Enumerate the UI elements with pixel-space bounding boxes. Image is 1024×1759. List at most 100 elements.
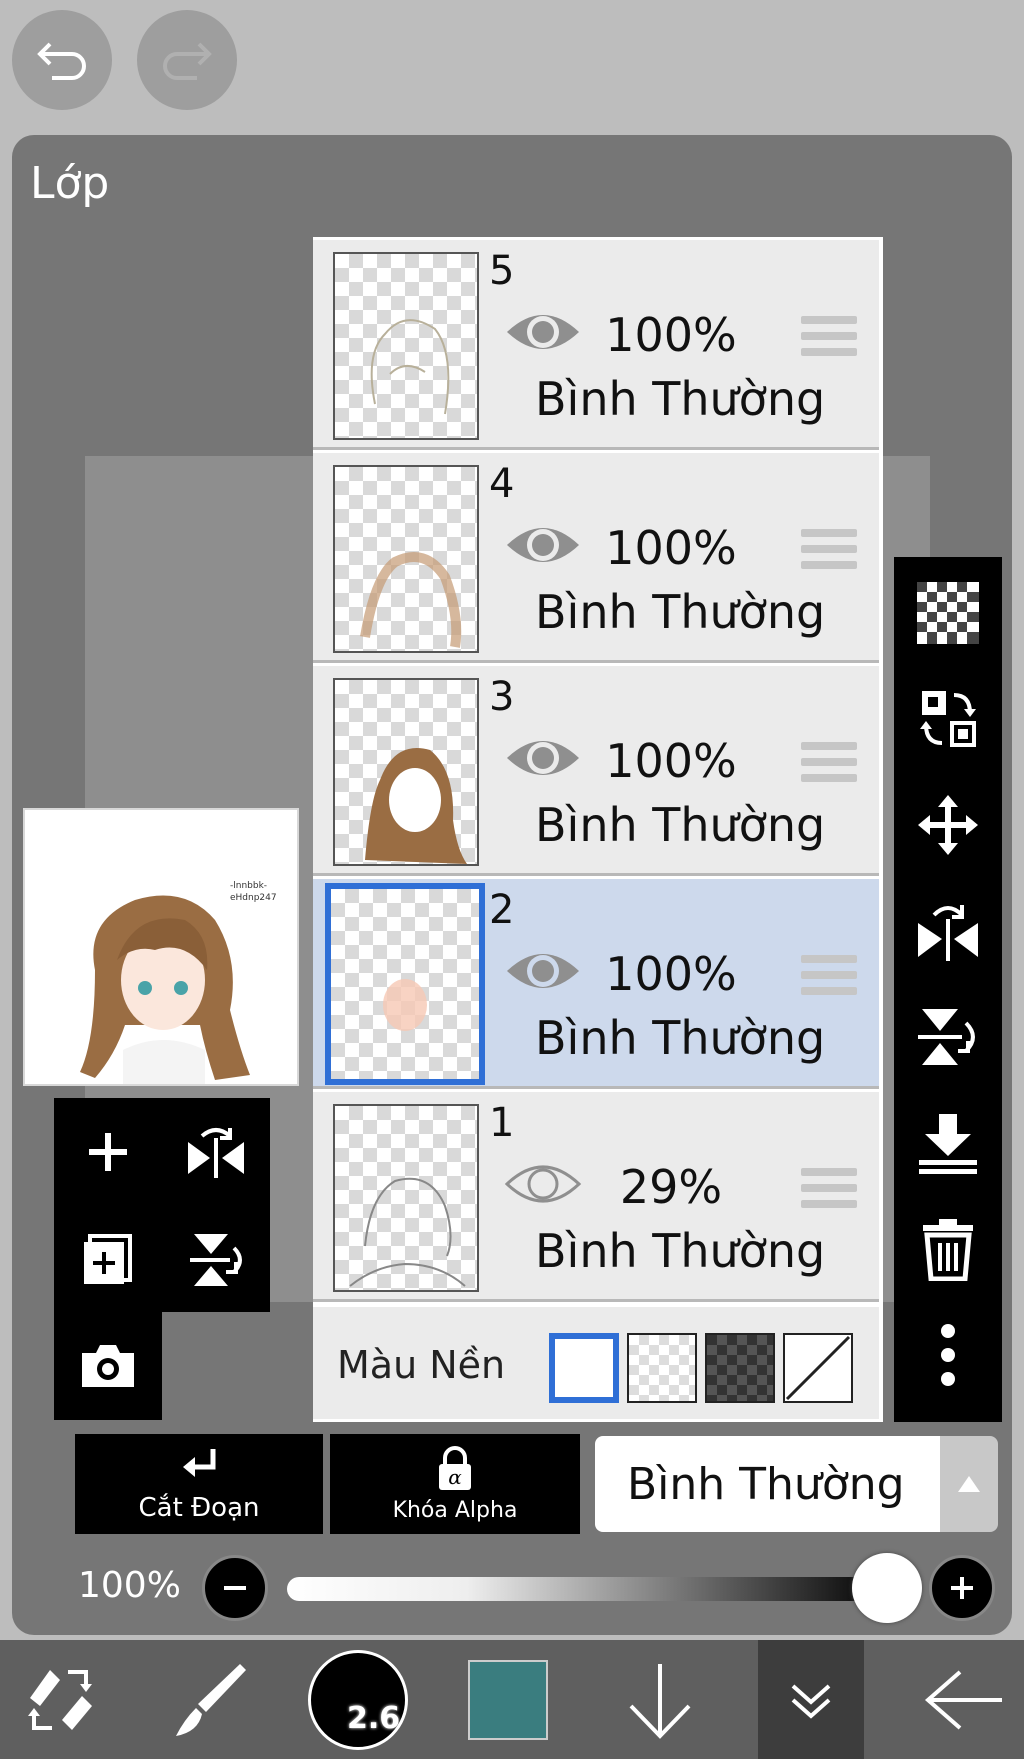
layer-thumbnail [333,252,479,440]
lock-alpha-icon: α [439,1445,471,1490]
opacity-decrease-button[interactable] [202,1555,268,1621]
clipping-button[interactable]: Cắt Đoạn [75,1434,323,1534]
delete-layer-button[interactable] [894,1199,1002,1299]
visibility-eye-icon[interactable] [503,517,583,573]
layer-row-selected[interactable]: 2 100% Bình Thường [313,879,879,1089]
brush-size-button[interactable]: 2.6 [298,1640,418,1759]
layer-thumbnail [333,678,479,866]
flip-horizontal-button[interactable] [166,1102,266,1202]
layer-row[interactable]: 3 100% Bình Thường [313,666,879,876]
arrow-left-icon [924,1669,1002,1730]
background-color-row: Màu Nền [313,1307,879,1419]
flip-rotate-button[interactable] [894,881,1002,981]
flip-v-icon [190,1234,242,1286]
more-options-button[interactable] [894,1305,1002,1405]
drag-handle-icon[interactable] [801,742,857,790]
undo-icon [37,42,86,80]
merge-down-icon [919,1114,977,1174]
drag-handle-icon[interactable] [801,1168,857,1216]
layer-blend-mode: Bình Thường [535,798,826,852]
flip-h-icon [188,1128,244,1178]
visibility-eye-icon[interactable] [503,304,583,360]
panel-title: Lớp [30,158,110,209]
triangle-up-icon [958,1476,980,1492]
blend-mode-select[interactable]: Bình Thường [595,1436,940,1532]
brush-tool-button[interactable] [150,1640,270,1759]
bg-white-swatch[interactable] [549,1333,619,1403]
move-layer-button[interactable] [894,775,1002,875]
back-button[interactable] [904,1640,1024,1759]
camera-icon [82,1345,134,1387]
layer-opacity: 100% [605,947,737,1001]
plus-icon [951,1577,973,1599]
background-label: Màu Nền [337,1343,506,1387]
drag-handle-icon[interactable] [801,529,857,577]
drag-handle-icon[interactable] [801,316,857,364]
layer-down-button[interactable] [600,1640,720,1759]
swap-tools-icon [28,1669,92,1730]
layer-row[interactable]: 4 100% Bình Thường [313,453,879,663]
rotate-flip-icon [918,905,978,961]
diagonal-line-icon [785,1335,851,1401]
visibility-eye-icon[interactable] [503,730,583,786]
opacity-value: 100% [78,1565,181,1606]
clipping-arrow-icon [183,1449,216,1477]
blend-mode-dropdown-button[interactable] [940,1436,998,1532]
duplicate-layer-button[interactable] [58,1210,158,1310]
visibility-eye-outline-icon[interactable] [503,1156,583,1212]
layer-number: 4 [489,461,515,507]
layer-number: 5 [489,248,515,294]
swap-tools-button[interactable] [0,1640,120,1759]
brush-size-indicator: 2.6 [308,1649,408,1750]
opacity-slider-track[interactable] [287,1577,887,1601]
redo-button[interactable] [137,10,237,110]
flip-v-icon [918,1009,975,1065]
undo-button[interactable] [12,10,112,110]
watermark-line1: -lnnbbk- [230,881,267,891]
color-button[interactable] [448,1640,568,1759]
layer-number: 3 [489,674,515,720]
svg-text:α: α [448,1465,462,1489]
layer-blend-mode: Bình Thường [535,372,826,426]
duplicate-layer-icon [84,1234,132,1284]
add-layer-button[interactable] [58,1102,158,1202]
layers-list: 5 100% Bình Thường 4 100% Bình Thường 3 … [313,237,883,1422]
layer-row[interactable]: 5 100% Bình Thường [313,240,879,450]
trash-icon [923,1219,973,1281]
clipping-label: Cắt Đoạn [138,1493,260,1523]
layer-thumbnail [325,883,485,1085]
bg-dark-checker-swatch[interactable] [705,1333,775,1403]
bg-none-swatch[interactable] [783,1333,853,1403]
opacity-slider-knob[interactable] [852,1553,922,1623]
flip-vertical-button[interactable] [166,1210,266,1310]
merge-down-button[interactable] [894,1093,1002,1193]
alpha-lock-button[interactable]: α Khóa Alpha [330,1434,580,1534]
flip-vertical-rotate-button[interactable] [894,987,1002,1087]
layers-menu-button[interactable] [758,1640,864,1759]
alpha-lock-label: Khóa Alpha [392,1497,518,1523]
canvas-preview: -lnnbbk- eHdnp247 [23,808,299,1086]
layer-opacity: 100% [605,734,737,788]
checker-icon [917,582,979,644]
current-color-swatch [468,1659,548,1740]
move-icon [918,795,978,855]
right-toolbar [894,557,1002,1422]
brush-icon [176,1663,246,1736]
layer-thumbnail [333,1104,479,1292]
double-chevron-down-icon [791,1684,831,1719]
layer-row[interactable]: 1 29% Bình Thường [313,1092,879,1302]
camera-button[interactable] [58,1316,158,1416]
layer-number: 1 [489,1100,515,1146]
more-icon [941,1324,955,1386]
opacity-increase-button[interactable] [929,1555,995,1621]
drag-handle-icon[interactable] [801,955,857,1003]
arrow-down-icon [629,1663,691,1739]
blend-mode-value: Bình Thường [627,1458,905,1510]
character-preview: -lnnbbk- eHdnp247 [80,881,277,1084]
bg-transparent-swatch[interactable] [627,1333,697,1403]
layer-blend-mode: Bình Thường [535,1011,826,1065]
layer-blend-mode: Bình Thường [535,1224,826,1278]
visibility-eye-icon[interactable] [503,943,583,999]
transparency-button[interactable] [894,563,1002,663]
swap-layers-button[interactable] [894,669,1002,769]
